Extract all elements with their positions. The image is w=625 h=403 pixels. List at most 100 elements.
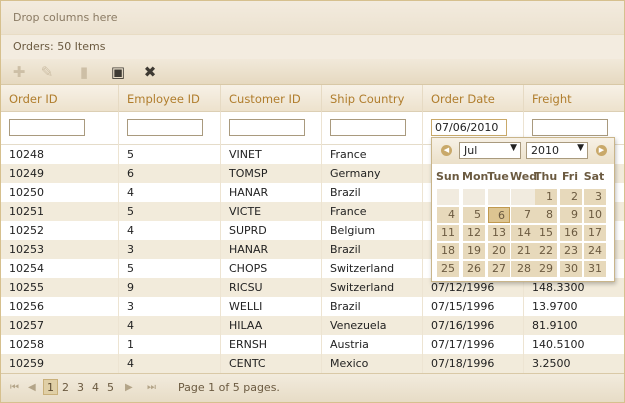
date-picker-popup: ◀ Jul ▼ 2010 ▼ ▶ Sun Mon Tue Wed Thu Fri Sat 1 2… [431, 137, 615, 282]
calendar-day[interactable]: 15 [535, 225, 557, 241]
calendar-day[interactable]: 7 [511, 207, 535, 223]
delete-button[interactable]: ▮ [75, 63, 93, 81]
calendar-day[interactable]: 28 [511, 261, 535, 277]
year-select[interactable]: 2010 ▼ [526, 142, 588, 159]
page-link-1[interactable]: 1 [43, 379, 58, 395]
calendar-day[interactable]: 11 [437, 225, 459, 241]
calendar-day[interactable]: 9 [560, 207, 582, 223]
first-page-icon[interactable]: ⏮ [10, 382, 19, 393]
cell-order-id: 10251 [9, 205, 44, 218]
calendar-day[interactable]: 2 [560, 189, 582, 205]
filter-input-customer-id[interactable] [229, 119, 305, 136]
calendar-day[interactable]: 23 [560, 243, 582, 259]
column-header-employee-id[interactable]: Employee ID [118, 85, 220, 112]
calendar-day[interactable]: 1 [535, 189, 557, 205]
column-header-customer-id[interactable]: Customer ID [220, 85, 321, 112]
column-header-order-id[interactable]: Order ID [1, 85, 118, 112]
cell-freight: 81.9100 [523, 316, 624, 335]
calendar-day[interactable]: 20 [488, 243, 510, 259]
cell-customer-id: HILAA [220, 316, 321, 335]
save-icon: ▣ [110, 63, 126, 81]
column-header-row: Order ID Employee ID Customer ID Ship Count… [1, 85, 624, 112]
calendar-day[interactable]: 22 [535, 243, 557, 259]
cell-ship-country: Mexico [321, 354, 422, 373]
cell-employee-id: 1 [118, 335, 220, 354]
table-row[interactable]: 10258 1 ERNSH Austria 07/17/1996 140.5100 [1, 335, 624, 354]
filter-input-freight[interactable] [532, 119, 608, 136]
calendar-day[interactable]: 27 [488, 261, 510, 277]
cell-customer-id: HANAR [220, 183, 321, 202]
plus-icon: ✚ [12, 63, 26, 81]
prev-month-icon[interactable]: ◀ [441, 145, 452, 156]
edit-button[interactable]: ✎ [38, 63, 56, 81]
chevron-down-icon: ▼ [510, 143, 517, 153]
cell-employee-id: 3 [118, 297, 220, 316]
cell-order-id: 10257 [9, 319, 44, 332]
calendar-blank [488, 189, 510, 205]
filter-input-employee-id[interactable] [127, 119, 203, 136]
calendar-day[interactable]: 18 [437, 243, 459, 259]
calendar-day[interactable]: 3 [584, 189, 606, 205]
calendar-day[interactable]: 14 [511, 225, 535, 241]
calendar-day[interactable]: 4 [437, 207, 459, 223]
calendar-day[interactable]: 31 [584, 261, 606, 277]
filter-cell-employee-id [118, 112, 220, 145]
table-row[interactable]: 10259 4 CENTC Mexico 07/18/1996 3.2500 [1, 354, 624, 373]
cell-order-id: 10253 [9, 243, 44, 256]
page-link-5[interactable]: 5 [107, 381, 114, 394]
column-header-order-date[interactable]: Order Date [422, 85, 523, 112]
calendar-day[interactable]: 24 [584, 243, 606, 259]
calendar-day[interactable]: 17 [584, 225, 606, 241]
weekday-wed: Wed [510, 170, 538, 183]
table-row[interactable]: 10256 3 WELLI Brazil 07/15/1996 13.9700 [1, 297, 624, 316]
weekday-fri: Fri [561, 170, 578, 183]
calendar-day[interactable]: 26 [463, 261, 485, 277]
cell-order-date: 07/15/1996 [422, 297, 523, 316]
cell-order-date: 07/16/1996 [422, 316, 523, 335]
calendar-day[interactable]: 25 [437, 261, 459, 277]
calendar-day[interactable]: 29 [535, 261, 557, 277]
cell-ship-country: Brazil [321, 240, 422, 259]
calendar-day[interactable]: 12 [463, 225, 485, 241]
group-panel[interactable]: Drop columns here [1, 1, 624, 35]
calendar-day[interactable]: 6 [488, 207, 510, 223]
page-link-4[interactable]: 4 [92, 381, 99, 394]
calendar-day[interactable]: 19 [463, 243, 485, 259]
cancel-button[interactable]: ✖ [141, 63, 159, 81]
calendar-day[interactable]: 5 [463, 207, 485, 223]
page-link-3[interactable]: 3 [77, 381, 84, 394]
filter-input-order-date[interactable] [431, 119, 507, 136]
save-button[interactable]: ▣ [109, 63, 127, 81]
cell-employee-id: 6 [118, 164, 220, 183]
cell-order-id: 10255 [9, 281, 44, 294]
column-header-freight[interactable]: Freight [523, 85, 624, 112]
filter-cell-order-id [1, 112, 118, 145]
grid-caption: Orders: 50 Items [1, 35, 624, 59]
calendar-day[interactable]: 10 [584, 207, 606, 223]
next-month-icon[interactable]: ▶ [596, 145, 607, 156]
last-page-icon[interactable]: ⏭ [147, 382, 156, 393]
calendar-day[interactable]: 13 [488, 225, 510, 241]
calendar-day[interactable]: 16 [560, 225, 582, 241]
filter-input-order-id[interactable] [9, 119, 85, 136]
cell-freight: 140.5100 [523, 335, 624, 354]
calendar-day[interactable]: 30 [560, 261, 582, 277]
page-link-2[interactable]: 2 [62, 381, 69, 394]
calendar-day[interactable]: 21 [511, 243, 535, 259]
add-button[interactable]: ✚ [10, 63, 28, 81]
table-row[interactable]: 10257 4 HILAA Venezuela 07/16/1996 81.9100 [1, 316, 624, 335]
prev-page-icon[interactable]: ◀ [28, 382, 36, 393]
calendar-day[interactable]: 8 [535, 207, 557, 223]
cell-order-id: 10250 [9, 186, 44, 199]
cell-order-date: 07/17/1996 [422, 335, 523, 354]
trash-icon: ▮ [79, 63, 89, 81]
grid-toolbar: ✚ ✎ ▮ ▣ ✖ [1, 59, 624, 85]
cell-employee-id: 4 [118, 183, 220, 202]
column-header-ship-country[interactable]: Ship Country [321, 85, 422, 112]
cell-customer-id: WELLI [220, 297, 321, 316]
month-select[interactable]: Jul ▼ [459, 142, 521, 159]
filter-input-ship-country[interactable] [330, 119, 406, 136]
pencil-icon: ✎ [40, 63, 54, 81]
next-page-icon[interactable]: ▶ [125, 382, 133, 393]
filter-cell-customer-id [220, 112, 321, 145]
